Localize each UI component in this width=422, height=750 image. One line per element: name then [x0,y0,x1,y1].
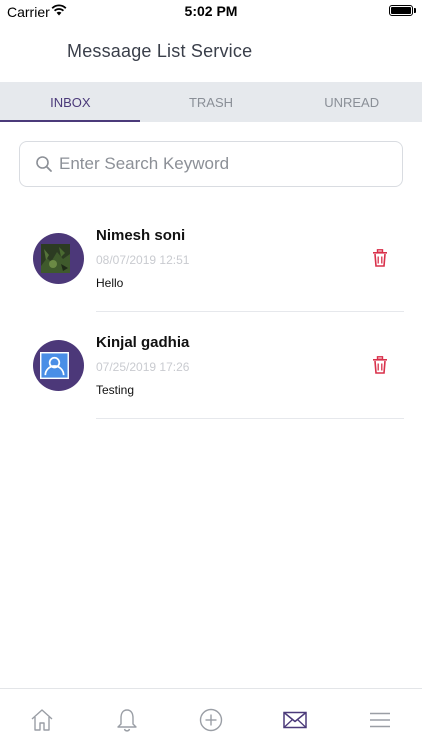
trash-icon[interactable] [372,249,388,267]
add-circle-icon[interactable] [198,707,224,733]
sender-name: Nimesh soni [96,227,186,244]
message-preview: Hello [96,276,124,290]
active-tab-indicator [0,120,140,122]
page-title: Messaage List Service [67,41,253,61]
tab-bar: INBOX TRASH UNREAD [0,82,422,122]
avatar [33,233,84,284]
status-bar: Carrier 5:02 PM [0,0,422,22]
photo-avatar-image [41,244,70,273]
home-icon[interactable] [29,707,55,733]
search-box[interactable] [19,141,403,187]
message-item[interactable]: Kinjal gadhia 07/25/2019 17:26 Testing [0,313,422,420]
tab-trash[interactable]: TRASH [141,82,282,122]
search-icon [36,156,52,172]
divider [96,418,404,419]
avatar [33,340,84,391]
message-date: 08/07/2019 12:51 [96,253,190,267]
mail-icon[interactable] [282,707,308,733]
battery-tip [414,8,416,13]
user-icon [40,352,69,380]
tab-inbox[interactable]: INBOX [0,82,141,122]
divider [96,311,404,312]
bottom-nav [0,688,422,750]
battery-icon [389,5,413,16]
search-input[interactable] [59,154,379,174]
sender-name: Kinjal gadhia [96,334,190,351]
message-preview: Testing [96,383,135,397]
status-time: 5:02 PM [184,3,238,19]
message-item[interactable]: Nimesh soni 08/07/2019 12:51 Hello [0,206,422,313]
message-date: 07/25/2019 17:26 [96,360,190,374]
header: Messaage List Service [0,22,422,82]
trash-icon[interactable] [372,356,388,374]
bell-icon[interactable] [114,707,140,733]
tab-unread[interactable]: UNREAD [281,82,422,122]
menu-icon[interactable] [367,707,393,733]
